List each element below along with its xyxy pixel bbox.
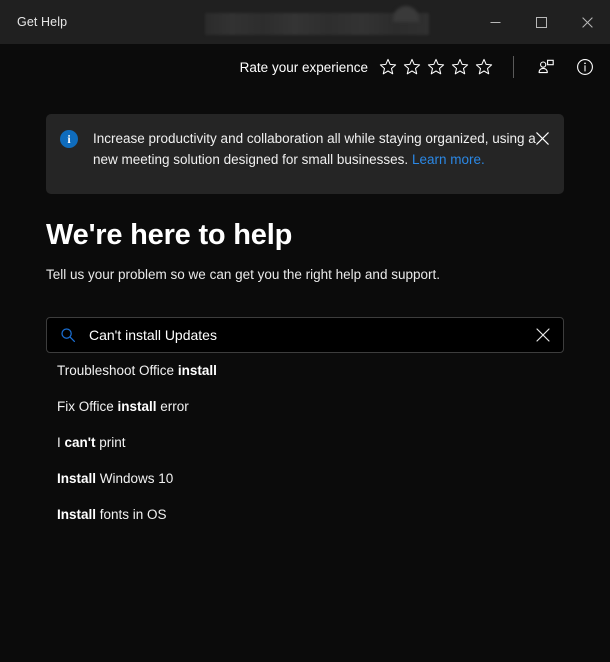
window-controls [472, 0, 610, 44]
info-circle-icon [577, 59, 593, 75]
page-subtitle: Tell us your problem so we can get you t… [46, 267, 440, 283]
get-help-window: Get Help Rate your experience i Increase… [0, 0, 610, 662]
suggestion-match: can't [64, 435, 96, 451]
star-icon [451, 58, 469, 75]
title-bar: Get Help [0, 0, 610, 44]
suggestion-item[interactable]: Install fonts in OS [46, 497, 564, 533]
suggestion-item[interactable]: I can't print [46, 425, 564, 461]
star-rating[interactable] [377, 56, 495, 78]
suggestion-match: Install [57, 471, 97, 487]
search-clear-button[interactable] [529, 321, 557, 349]
banner-close-button[interactable] [529, 125, 555, 151]
suggestion-label: Install Windows 10 [57, 471, 174, 487]
search-box[interactable] [46, 316, 564, 353]
main-content: i Increase productivity and collaboratio… [0, 90, 610, 662]
suggestion-item[interactable]: Fix Office install error [46, 389, 564, 425]
page-title: We're here to help [46, 219, 293, 251]
redacted-region-bump [393, 6, 419, 22]
suggestion-match: install [117, 399, 157, 415]
search-input[interactable] [89, 317, 529, 352]
promo-banner: i Increase productivity and collaboratio… [46, 114, 564, 194]
magnifier-icon [61, 328, 76, 342]
close-icon [581, 16, 593, 28]
maximize-button[interactable] [518, 0, 564, 44]
star-5-button[interactable] [473, 56, 495, 78]
suggestion-label: Fix Office install error [57, 399, 189, 415]
suggestion-label: Troubleshoot Office install [57, 363, 217, 379]
rate-experience-group: Rate your experience [240, 52, 600, 82]
minimize-icon [490, 21, 500, 23]
search-icon [59, 326, 77, 344]
suggestion-item[interactable]: Troubleshoot Office install [46, 353, 564, 389]
star-icon [427, 58, 445, 75]
star-icon [403, 58, 421, 75]
suggestion-match: Install [57, 507, 97, 523]
promo-banner-text: Increase productivity and collaboration … [93, 128, 538, 170]
feedback-button[interactable] [531, 52, 561, 82]
learn-more-link[interactable]: Learn more. [412, 152, 485, 167]
star-icon [475, 58, 493, 75]
close-button[interactable] [564, 0, 610, 44]
command-bar: Rate your experience [0, 44, 610, 90]
search-suggestions-list: Troubleshoot Office install Fix Office in… [46, 353, 564, 533]
star-2-button[interactable] [401, 56, 423, 78]
maximize-icon [535, 16, 547, 28]
star-3-button[interactable] [425, 56, 447, 78]
feedback-person-icon [538, 59, 554, 74]
close-icon [536, 328, 550, 342]
star-1-button[interactable] [377, 56, 399, 78]
minimize-button[interactable] [472, 0, 518, 44]
suggestion-label: Install fonts in OS [57, 507, 167, 523]
command-bar-separator [513, 56, 514, 78]
rate-experience-label: Rate your experience [239, 59, 368, 75]
info-icon: i [60, 130, 78, 148]
star-icon [379, 58, 397, 75]
star-4-button[interactable] [449, 56, 471, 78]
close-icon [535, 131, 549, 145]
suggestion-match: install [177, 363, 217, 379]
suggestion-item[interactable]: Install Windows 10 [46, 461, 564, 497]
window-title: Get Help [17, 15, 68, 29]
info-button[interactable] [570, 52, 600, 82]
suggestion-label: I can't print [57, 435, 126, 451]
